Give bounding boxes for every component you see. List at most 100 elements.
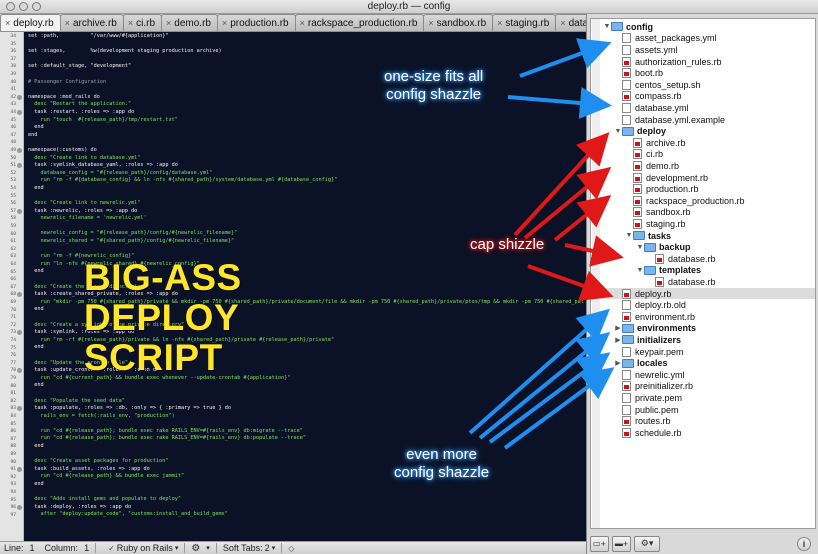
new-file-button[interactable]: ▭ + — [590, 535, 609, 552]
code-editor[interactable]: 34 35 36 37 38 39 40 41 42 43 44 45 46 47 48 49 50 51 52 53… — [0, 32, 586, 541]
close-tab-icon[interactable]: × — [128, 18, 133, 28]
tree-file-item[interactable]: database.rb — [591, 276, 815, 288]
fold-toggle-icon[interactable] — [17, 406, 22, 412]
fold-toggle-icon[interactable] — [17, 163, 22, 169]
code-line: task :symlink_database_yaml, :roles => :… — [28, 162, 178, 169]
close-tab-icon[interactable]: × — [166, 18, 171, 28]
disclosure-closed-icon[interactable]: ▶ — [614, 324, 622, 332]
tree-file-item[interactable]: boot.rb — [591, 67, 815, 79]
tree-folder-environments[interactable]: ▶ environments — [591, 323, 815, 335]
tree-folder-tasks[interactable]: ▼ tasks — [591, 230, 815, 242]
tab-rackspace-production-rb[interactable]: × rackspace_production.rb — [294, 14, 425, 31]
fold-toggle-icon[interactable] — [17, 110, 22, 115]
disclosure-open-icon[interactable]: ▼ — [603, 23, 611, 30]
tree-folder-templates[interactable]: ▼ templates — [591, 265, 815, 277]
tab-staging-rb[interactable]: × staging.rb — [492, 14, 557, 31]
line-number: 70 — [10, 307, 16, 313]
minimize-window-button[interactable] — [19, 2, 28, 11]
folder-icon — [644, 242, 656, 252]
info-button[interactable]: i — [797, 536, 811, 551]
tree-file-item[interactable]: private.pem — [591, 392, 815, 404]
tree-file-item[interactable]: staging.rb — [591, 218, 815, 230]
new-folder-button[interactable]: ▬ + — [611, 535, 632, 552]
disclosure-open-icon[interactable]: ▼ — [625, 232, 633, 239]
tree-file-item[interactable]: demo.rb — [591, 160, 815, 172]
fold-toggle-icon[interactable] — [17, 292, 22, 298]
tree-item-label: environment.rb — [635, 311, 696, 322]
tree-file-item[interactable]: database.yml.example — [591, 114, 815, 126]
close-tab-icon[interactable]: × — [5, 18, 10, 28]
close-tab-icon[interactable]: × — [428, 18, 433, 28]
tree-file-item[interactable]: ci.rb — [591, 149, 815, 161]
tree-file-item[interactable]: development.rb — [591, 172, 815, 184]
tree-file-item[interactable]: deploy.rb.old — [591, 299, 815, 311]
disclosure-open-icon[interactable]: ▼ — [636, 244, 644, 251]
tree-file-item[interactable]: environment.rb — [591, 311, 815, 323]
tree-folder-deploy[interactable]: ▼ deploy — [591, 125, 815, 137]
line-number: 53 — [10, 178, 16, 184]
document-icon — [622, 404, 631, 415]
tree-file-item[interactable]: production.rb — [591, 183, 815, 195]
tree-file-item[interactable]: asset_packages.yml — [591, 33, 815, 45]
tree-file-item[interactable]: authorization_rules.rb — [591, 56, 815, 68]
tree-file-item[interactable]: keypair.pem — [591, 346, 815, 358]
tree-file-item[interactable]: centos_setup.sh — [591, 79, 815, 91]
fold-toggle-icon[interactable] — [17, 368, 22, 374]
tab-deploy-rb[interactable]: × deploy.rb — [0, 14, 61, 31]
fold-toggle-icon[interactable] — [17, 148, 22, 153]
disclosure-closed-icon[interactable]: ▶ — [614, 336, 622, 344]
close-tab-icon[interactable]: × — [497, 18, 502, 28]
close-window-button[interactable] — [6, 2, 15, 11]
tree-file-item[interactable]: database.yml — [591, 102, 815, 114]
tree-file-item[interactable]: public.pem — [591, 404, 815, 416]
action-menu-button[interactable]: ⚙▾ — [634, 535, 661, 552]
fold-toggle-icon[interactable] — [17, 467, 22, 473]
fold-toggle-icon[interactable] — [17, 505, 22, 511]
code-line: after "deploy:update_code", "customs:ins… — [28, 511, 228, 518]
close-tab-icon[interactable]: × — [560, 18, 565, 28]
tree-file-item[interactable]: database.rb — [591, 253, 815, 265]
tree-file-item[interactable]: deploy.rb — [591, 287, 815, 300]
close-tab-icon[interactable]: × — [300, 18, 305, 28]
tree-file-item[interactable]: preinitializer.rb — [591, 381, 815, 393]
tree-file-item[interactable]: assets.yml — [591, 44, 815, 56]
tab-archive-rb[interactable]: × archive.rb — [59, 14, 124, 31]
document-icon — [622, 102, 631, 113]
tab-production-rb[interactable]: × production.rb — [216, 14, 296, 31]
fold-toggle-icon[interactable] — [17, 208, 22, 214]
tab-sandbox-rb[interactable]: × sandbox.rb — [423, 14, 494, 31]
symbol-popup-button[interactable]: ◇ — [288, 544, 294, 553]
file-tree[interactable]: ▼ config asset_packages.yml assets.yml autho… — [590, 18, 816, 529]
tree-file-item[interactable]: routes.rb — [591, 415, 815, 427]
close-tab-icon[interactable]: × — [65, 18, 70, 28]
tab-demo-rb[interactable]: × demo.rb — [161, 14, 218, 31]
zoom-window-button[interactable] — [32, 2, 41, 11]
tree-folder-config[interactable]: ▼ config — [591, 21, 815, 33]
tree-folder-initializers[interactable]: ▶ initializers — [591, 334, 815, 346]
gear-icon[interactable]: ⚙ — [191, 543, 200, 554]
language-popup[interactable]: ✓ Ruby on Rails ▾ — [108, 543, 178, 553]
tree-folder-backup[interactable]: ▼ backup — [591, 241, 815, 253]
disclosure-open-icon[interactable]: ▼ — [614, 128, 622, 135]
line-number-gutter[interactable]: 34 35 36 37 38 39 40 41 42 43 44 45 46 47 48 49 50 51 52 53… — [0, 32, 24, 541]
tree-file-item[interactable]: rackspace_production.rb — [591, 195, 815, 207]
ruby-file-icon — [633, 184, 642, 195]
tree-folder-locales[interactable]: ▶ locales — [591, 357, 815, 369]
tab-database-rb[interactable]: ×database.rb — [555, 14, 586, 31]
disclosure-closed-icon[interactable]: ▶ — [614, 359, 622, 367]
fold-toggle-icon[interactable] — [17, 330, 22, 336]
line-number: 76 — [10, 353, 16, 359]
tree-file-item[interactable]: sandbox.rb — [591, 207, 815, 219]
tree-file-item[interactable]: compass.rb — [591, 91, 815, 103]
close-tab-icon[interactable]: × — [222, 18, 227, 28]
tree-file-item[interactable]: schedule.rb — [591, 427, 815, 439]
tab-ci-rb[interactable]: × ci.rb — [122, 14, 163, 31]
code-line: end — [28, 131, 38, 138]
soft-tabs-popup[interactable]: Soft Tabs: 2 ▾ — [223, 543, 275, 553]
tree-file-item[interactable]: newrelic.yml — [591, 369, 815, 381]
disclosure-open-icon[interactable]: ▼ — [636, 267, 644, 274]
fold-toggle-icon[interactable] — [17, 94, 22, 100]
tree-file-item[interactable]: archive.rb — [591, 137, 815, 149]
line-label: Line: — [4, 543, 24, 553]
document-icon — [622, 392, 631, 403]
